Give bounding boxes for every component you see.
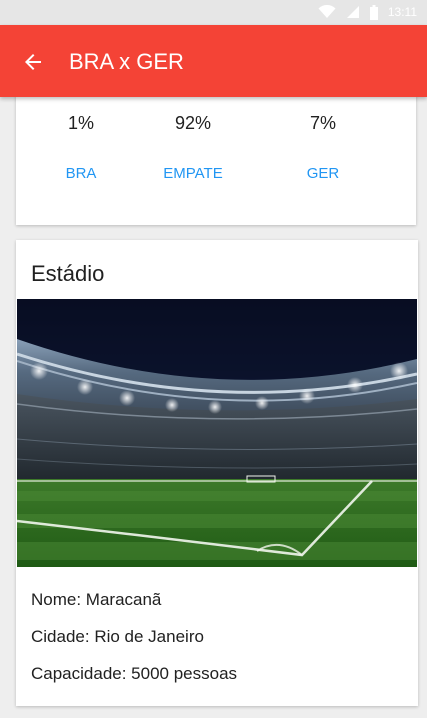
stadium-image <box>17 299 417 567</box>
stadium-title: Estádio <box>31 261 105 286</box>
stadium-name: Nome: Maracanã <box>31 590 162 609</box>
arrow-left-icon <box>25 54 41 70</box>
odds-card: 1% 92% 7% BRA EMPATE GER <box>16 88 416 225</box>
odds-value-draw: 92% <box>174 113 212 133</box>
page-title: BRA x GER <box>69 49 184 74</box>
status-icons: 13:11 <box>318 3 417 21</box>
status-bar: 13:11 <box>0 0 427 25</box>
odds-label-bra[interactable]: BRA <box>21 165 141 182</box>
status-time: 13:11 <box>387 5 417 19</box>
odds-label-ger[interactable]: GER <box>263 165 383 182</box>
wifi-icon <box>318 5 336 18</box>
stadium-illustration <box>17 299 417 567</box>
odds-value-bra: 1% <box>67 113 94 133</box>
stadium-city: Cidade: Rio de Janeiro <box>31 627 204 646</box>
app-toolbar: BRA x GER <box>0 25 427 97</box>
stadium-capacity: Capacidade: 5000 pessoas <box>31 664 238 683</box>
back-button[interactable] <box>18 47 48 77</box>
odds-value-ger: 7% <box>309 113 336 133</box>
battery-icon <box>369 4 378 20</box>
stadium-card: Estádio Nome: Maracanã Cidade: Rio de Ja… <box>16 240 418 706</box>
signal-icon <box>346 6 359 18</box>
odds-label-draw[interactable]: EMPATE <box>133 165 253 182</box>
